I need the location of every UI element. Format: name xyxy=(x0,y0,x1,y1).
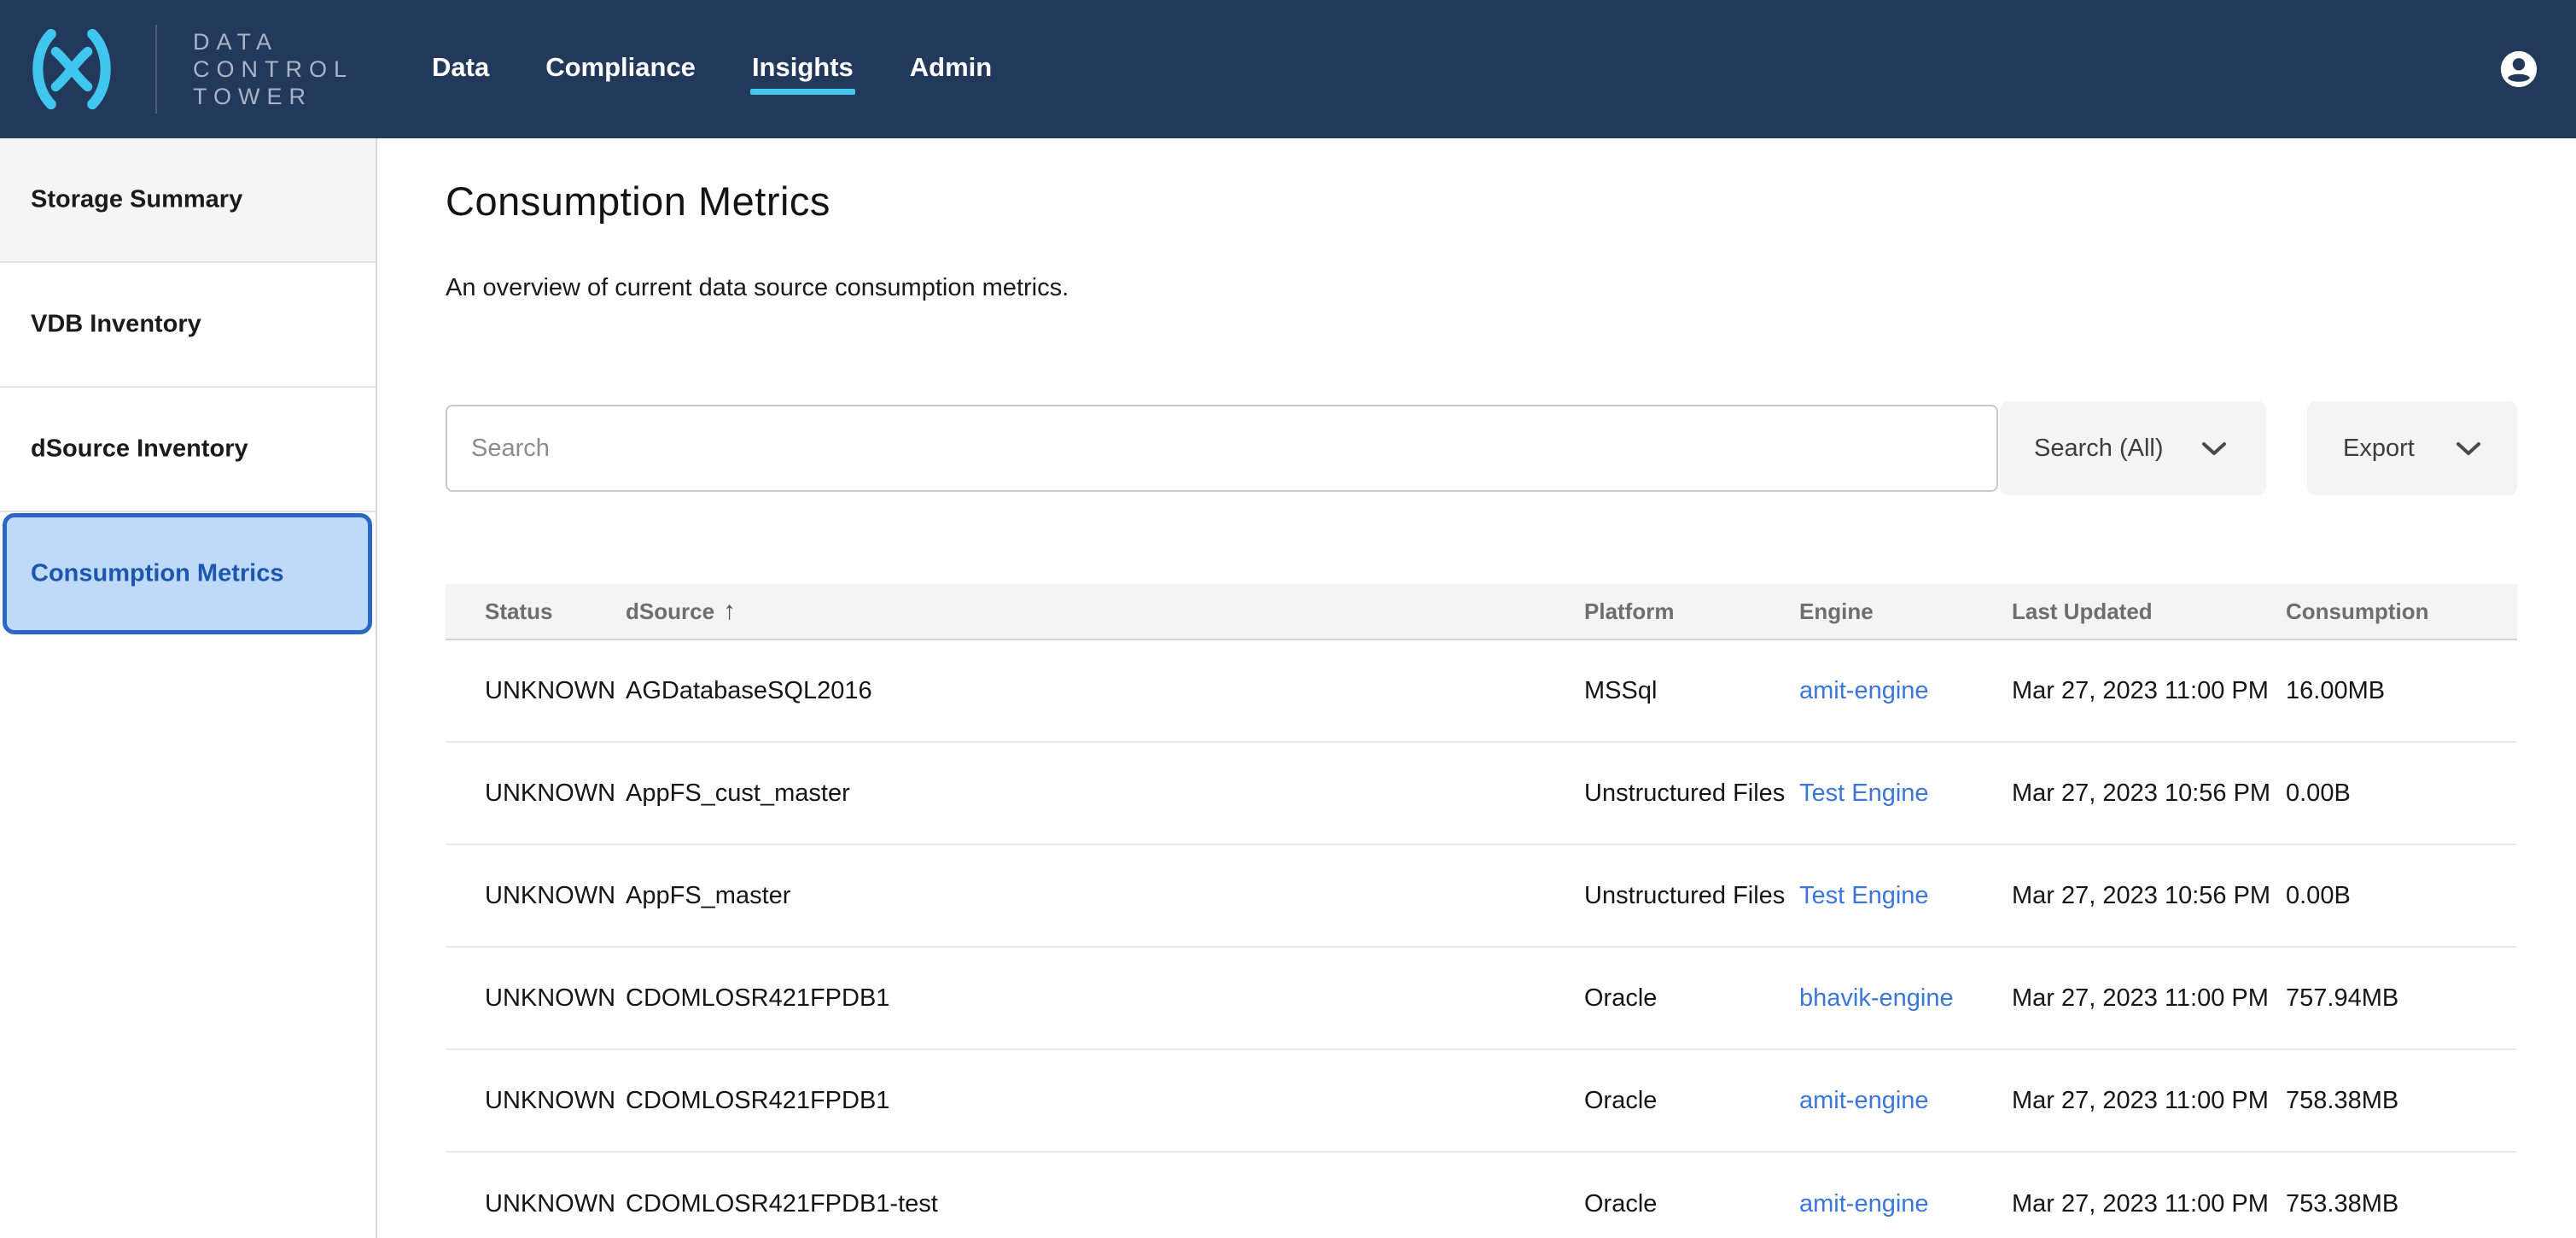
table-body: UNKNOWNAGDatabaseSQL2016MSSqlamit-engine… xyxy=(446,640,2517,1238)
cell-engine: amit-engine xyxy=(1799,1190,2012,1218)
dct-logo-icon xyxy=(24,21,119,117)
engine-link[interactable]: Test Engine xyxy=(1799,882,1929,909)
logo-wordmark: DATA CONTROL TOWER xyxy=(193,28,353,110)
main-nav: Data Compliance Insights Admin xyxy=(432,44,992,95)
main-content: Consumption Metrics An overview of curre… xyxy=(377,138,2576,1238)
cell-dsource: CDOMLOSR421FPDB1 xyxy=(626,984,1584,1013)
cell-status: UNKNOWN xyxy=(485,1087,626,1115)
cell-status: UNKNOWN xyxy=(485,677,626,705)
column-header-last-updated[interactable]: Last Updated xyxy=(2012,599,2286,625)
sidebar-item-label: dSource Inventory xyxy=(31,435,248,464)
cell-status: UNKNOWN xyxy=(485,1190,626,1218)
nav-item-admin[interactable]: Admin xyxy=(910,44,992,95)
cell-status: UNKNOWN xyxy=(485,984,626,1013)
cell-dsource: AppFS_cust_master xyxy=(626,780,1584,808)
cell-last-updated: Mar 27, 2023 11:00 PM xyxy=(2012,1190,2286,1218)
nav-item-compliance[interactable]: Compliance xyxy=(545,44,696,95)
cell-consumption: 758.38MB xyxy=(2286,1087,2517,1115)
sort-ascending-icon: ↑ xyxy=(723,597,736,626)
search-scope-label: Search (All) xyxy=(2034,435,2164,463)
table-row: UNKNOWNAppFS_cust_masterUnstructured Fil… xyxy=(446,743,2517,845)
page-title: Consumption Metrics xyxy=(446,178,2576,225)
cell-status: UNKNOWN xyxy=(485,780,626,808)
sidebar-item-storage-summary[interactable]: Storage Summary xyxy=(0,138,376,263)
cell-last-updated: Mar 27, 2023 11:00 PM xyxy=(2012,984,2286,1013)
cell-dsource: AppFS_master xyxy=(626,882,1584,910)
column-header-label: Engine xyxy=(1799,599,1874,625)
app-logo: DATA CONTROL TOWER xyxy=(24,21,353,117)
page-description: An overview of current data source consu… xyxy=(446,274,2576,302)
sidebar-item-label: Storage Summary xyxy=(31,186,242,214)
account-icon xyxy=(2499,50,2538,89)
cell-dsource: AGDatabaseSQL2016 xyxy=(626,677,1584,705)
table-row: UNKNOWNAGDatabaseSQL2016MSSqlamit-engine… xyxy=(446,640,2517,743)
cell-consumption: 0.00B xyxy=(2286,882,2517,910)
cell-engine: amit-engine xyxy=(1799,1087,2012,1115)
cell-last-updated: Mar 27, 2023 11:00 PM xyxy=(2012,1087,2286,1115)
cell-engine: amit-engine xyxy=(1799,677,2012,705)
cell-platform: Oracle xyxy=(1584,1087,1799,1115)
cell-last-updated: Mar 27, 2023 11:00 PM xyxy=(2012,677,2286,705)
chevron-down-icon xyxy=(2201,441,2227,456)
engine-link[interactable]: amit-engine xyxy=(1799,677,1929,704)
sidebar-item-vdb-inventory[interactable]: VDB Inventory xyxy=(0,263,376,388)
logo-divider xyxy=(155,25,157,114)
engine-link[interactable]: bhavik-engine xyxy=(1799,984,1954,1012)
table-row: UNKNOWNCDOMLOSR421FPDB1Oraclebhavik-engi… xyxy=(446,948,2517,1050)
cell-platform: MSSql xyxy=(1584,677,1799,705)
column-header-label: Last Updated xyxy=(2012,599,2153,625)
export-dropdown[interactable]: Export xyxy=(2307,401,2517,495)
cell-platform: Oracle xyxy=(1584,1190,1799,1218)
cell-platform: Oracle xyxy=(1584,984,1799,1013)
column-header-label: Platform xyxy=(1584,599,1674,625)
cell-platform: Unstructured Files xyxy=(1584,882,1799,910)
column-header-label: Status xyxy=(485,599,552,625)
insights-sidebar: Storage Summary VDB Inventory dSource Inve… xyxy=(0,138,377,1238)
cell-last-updated: Mar 27, 2023 10:56 PM xyxy=(2012,882,2286,910)
cell-status: UNKNOWN xyxy=(485,882,626,910)
engine-link[interactable]: amit-engine xyxy=(1799,1190,1929,1218)
sidebar-item-dsource-inventory[interactable]: dSource Inventory xyxy=(0,388,376,512)
column-header-engine[interactable]: Engine xyxy=(1799,599,2012,625)
sidebar-item-label: VDB Inventory xyxy=(31,311,201,339)
nav-item-insights[interactable]: Insights xyxy=(752,44,854,95)
cell-last-updated: Mar 27, 2023 10:56 PM xyxy=(2012,780,2286,808)
engine-link[interactable]: amit-engine xyxy=(1799,1087,1929,1114)
chevron-down-icon xyxy=(2456,441,2481,456)
logo-line-2: CONTROL xyxy=(193,55,353,83)
cell-platform: Unstructured Files xyxy=(1584,780,1799,808)
nav-item-data[interactable]: Data xyxy=(432,44,489,95)
cell-engine: Test Engine xyxy=(1799,780,2012,808)
cell-engine: bhavik-engine xyxy=(1799,984,2012,1013)
logo-line-1: DATA xyxy=(193,28,353,55)
cell-consumption: 757.94MB xyxy=(2286,984,2517,1013)
table-row: UNKNOWNAppFS_masterUnstructured FilesTes… xyxy=(446,845,2517,948)
column-header-label: Consumption xyxy=(2286,599,2429,625)
cell-engine: Test Engine xyxy=(1799,882,2012,910)
cell-consumption: 753.38MB xyxy=(2286,1190,2517,1218)
column-header-dsource[interactable]: dSource ↑ xyxy=(626,597,1584,626)
search-scope-dropdown[interactable]: Search (All) xyxy=(2000,401,2266,495)
table-row: UNKNOWNCDOMLOSR421FPDB1-testOracleamit-e… xyxy=(446,1153,2517,1238)
toolbar: Search (All) Export xyxy=(446,401,2517,495)
engine-link[interactable]: Test Engine xyxy=(1799,780,1929,807)
cell-dsource: CDOMLOSR421FPDB1 xyxy=(626,1087,1584,1115)
account-button[interactable] xyxy=(2499,50,2538,89)
sidebar-item-label: Consumption Metrics xyxy=(31,560,283,588)
column-header-label: dSource xyxy=(626,599,714,625)
column-header-consumption[interactable]: Consumption xyxy=(2286,599,2517,625)
cell-consumption: 16.00MB xyxy=(2286,677,2517,705)
table-header-row: Status dSource ↑ Platform Engine Last Updated… xyxy=(446,584,2517,640)
export-label: Export xyxy=(2343,435,2415,463)
search-input[interactable] xyxy=(446,405,1998,492)
logo-line-3: TOWER xyxy=(193,83,353,110)
cell-dsource: CDOMLOSR421FPDB1-test xyxy=(626,1190,1584,1218)
table-row: UNKNOWNCDOMLOSR421FPDB1Oracleamit-engine… xyxy=(446,1050,2517,1153)
sidebar-item-consumption-metrics[interactable]: Consumption Metrics xyxy=(0,512,376,637)
column-header-platform[interactable]: Platform xyxy=(1584,599,1799,625)
consumption-table: Status dSource ↑ Platform Engine Last Updated… xyxy=(446,584,2517,1238)
top-bar: DATA CONTROL TOWER Data Compliance Insight… xyxy=(0,0,2576,138)
cell-consumption: 0.00B xyxy=(2286,780,2517,808)
column-header-status[interactable]: Status xyxy=(485,599,626,625)
